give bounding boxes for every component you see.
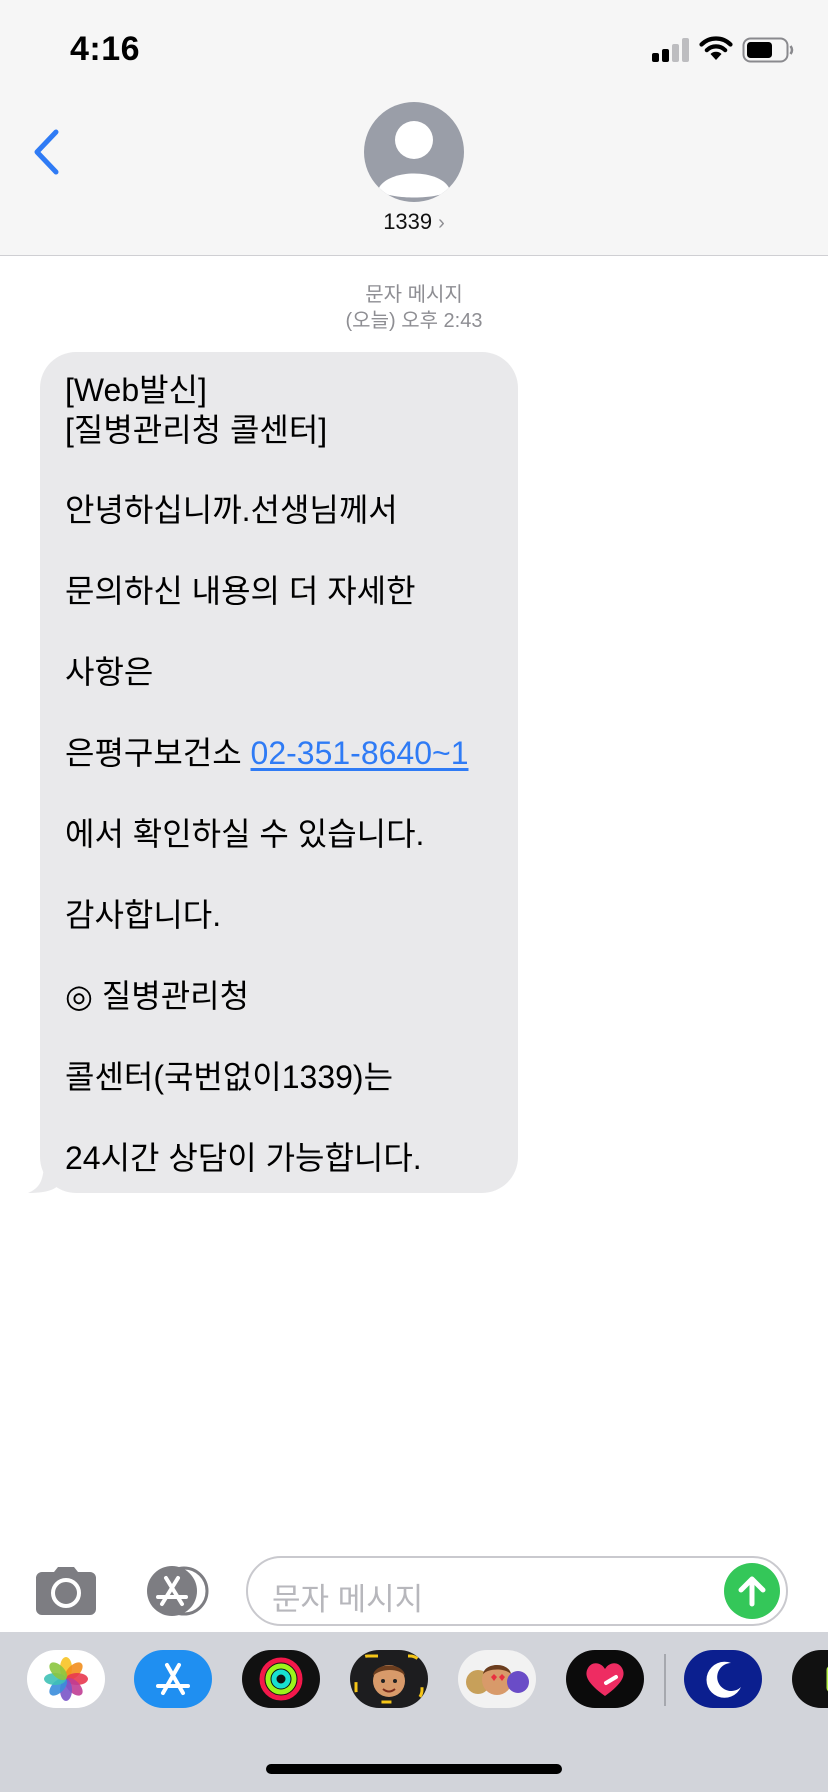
cellular-signal-icon [652, 38, 690, 62]
message-line: [질병관리청 콜센터] [65, 412, 328, 448]
app-icon [826, 1666, 828, 1692]
timestamp-time: (오늘) 오후 2:43 [345, 310, 483, 332]
app-store-icon [156, 1663, 190, 1695]
messages-screen: 4:16 1339 › 문자 메시지 (오늘) 오후 2:43 [Web발신] … [0, 0, 828, 1792]
send-button[interactable] [724, 1563, 780, 1619]
arrow-up-icon [738, 1576, 766, 1607]
home-indicator [266, 1764, 562, 1774]
message-text: 은평구보건소 [65, 735, 251, 771]
app-store-app-button[interactable] [134, 1650, 212, 1708]
message-line: [Web발신] [65, 372, 207, 408]
phone-number-link[interactable]: 02-351-8640~1 [251, 735, 469, 771]
status-time: 4:16 [70, 30, 141, 68]
photos-icon [44, 1657, 88, 1701]
chevron-right-icon: › [438, 212, 445, 234]
message-input-placeholder: 문자 메시지 [272, 1582, 424, 1617]
more-apps-button[interactable] [792, 1650, 828, 1708]
timestamp-label: 문자 메시지 [365, 284, 463, 306]
contact-avatar[interactable] [364, 102, 464, 202]
drawer-divider [664, 1654, 666, 1706]
message-line: 감사합니다. [65, 897, 222, 933]
memoji-stickers-icon [466, 1665, 529, 1695]
contact-name: 1339 [383, 209, 433, 234]
message-line-with-phone: 은평구보건소 02-351-8640~1 [65, 733, 494, 773]
memoji-app-button[interactable] [350, 1650, 428, 1708]
message-line: 콜센터(국번없이1339)는 [65, 1059, 394, 1095]
camera-button[interactable] [34, 1565, 98, 1617]
moon-icon [706, 1661, 741, 1698]
app-store-icon [147, 1566, 209, 1616]
wifi-icon [699, 36, 733, 60]
activity-icon [259, 1657, 303, 1701]
message-timestamp: 문자 메시지 (오늘) 오후 2:43 [0, 282, 828, 334]
message-line: ◎ 질병관리청 [65, 978, 250, 1014]
memoji-icon [354, 1654, 424, 1704]
conversation-header: 4:16 1339 › [0, 0, 828, 256]
message-line: 24시간 상담이 가능합니다. [65, 1140, 422, 1176]
message-line: 문의하신 내용의 더 자세한 [65, 573, 416, 609]
digital-touch-app-button[interactable] [566, 1650, 644, 1708]
sleep-app-button[interactable] [684, 1650, 762, 1708]
message-line: 사항은 [65, 654, 154, 690]
app-store-button[interactable] [140, 1566, 212, 1616]
activity-app-button[interactable] [242, 1650, 320, 1708]
battery-icon [742, 37, 794, 63]
photos-app-button[interactable] [27, 1650, 105, 1708]
camera-icon [36, 1567, 96, 1615]
person-icon [378, 121, 450, 198]
heart-icon [586, 1663, 624, 1696]
message-line: 안녕하십니까.선생님께서 [65, 492, 398, 528]
message-input[interactable]: 문자 메시지 [246, 1556, 788, 1626]
incoming-message-bubble[interactable]: [Web발신] [질병관리청 콜센터] 안녕하십니까.선생님께서 문의하신 내용… [40, 352, 518, 1193]
contact-name-button[interactable]: 1339 › [0, 209, 828, 235]
back-button[interactable] [26, 126, 66, 178]
chevron-left-icon [34, 129, 59, 175]
message-line: 에서 확인하실 수 있습니다. [65, 816, 425, 852]
memoji-stickers-app-button[interactable] [458, 1650, 536, 1708]
